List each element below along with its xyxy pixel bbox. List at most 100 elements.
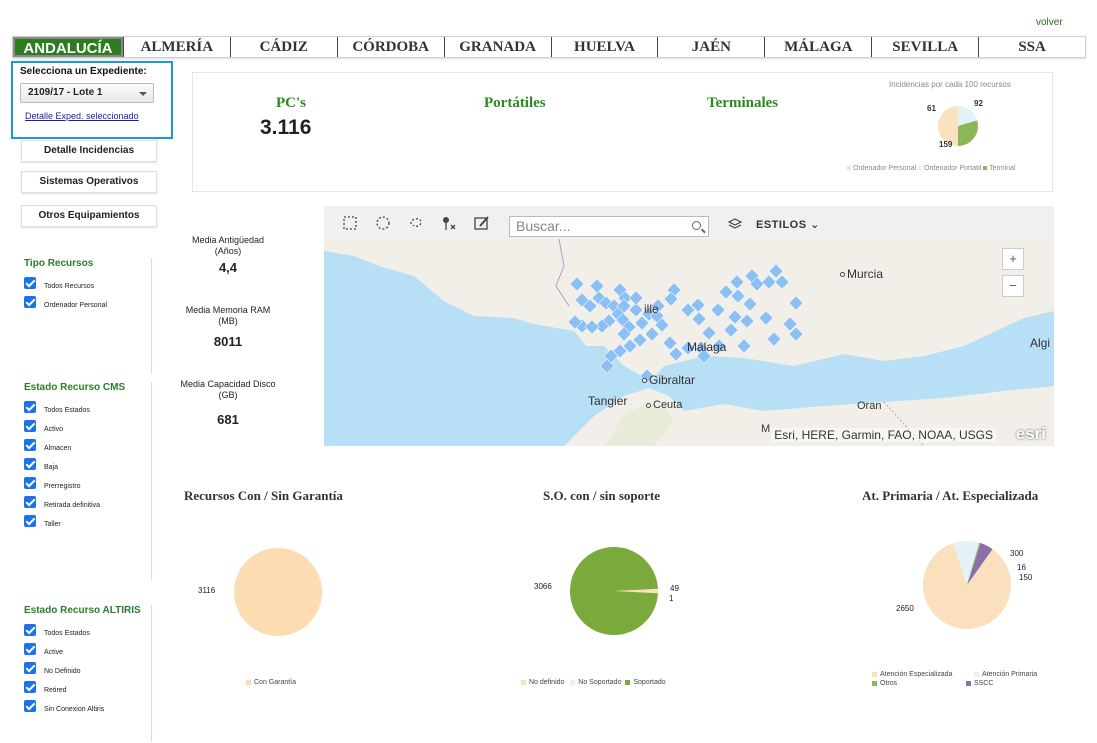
atencion-pie-chart [923, 541, 1011, 629]
rectangle-select-icon[interactable] [340, 213, 360, 233]
pie-value-label: 49 [670, 584, 679, 593]
checkbox-todos-estados-altiris[interactable]: Todos Estados [24, 623, 151, 643]
map-marker[interactable] [569, 276, 585, 292]
map-marker[interactable] [718, 284, 734, 300]
city-name: Gibraltar [649, 373, 696, 387]
tab-sevilla[interactable]: SEVILLA [871, 37, 978, 57]
tab-cadiz[interactable]: CÁDIZ [229, 37, 337, 57]
map-marker[interactable] [701, 325, 717, 341]
tab-jaen[interactable]: JAÉN [657, 37, 764, 57]
checkbox-todos-estados[interactable]: Todos Estados [24, 400, 151, 420]
pie-slice-con-garant-a [234, 548, 322, 636]
checkbox-checked-icon[interactable] [24, 276, 36, 289]
checkbox-checked-icon[interactable] [24, 495, 36, 508]
checkbox-retired[interactable]: Retired [24, 680, 151, 700]
legend-swatch [872, 671, 877, 677]
map-marker[interactable] [788, 295, 804, 311]
map-marker[interactable] [723, 322, 739, 338]
legend-entry: SSCC [965, 680, 993, 687]
map-markers-layer [567, 263, 804, 384]
checkbox-retirada-definitiva[interactable]: Retirada definitiva [24, 495, 151, 515]
map-marker[interactable] [736, 338, 752, 354]
checkbox-baja[interactable]: Baja [24, 457, 151, 477]
legend-entry: Atención Especializada [872, 670, 972, 679]
map-marker[interactable] [729, 274, 745, 290]
checkbox-taller[interactable]: Taller [24, 514, 151, 534]
map-marker[interactable] [730, 288, 746, 304]
detalle-incidencias-button[interactable]: Detalle Incidencias [21, 140, 157, 162]
zoom-out-button[interactable]: − [1002, 275, 1024, 297]
checkbox-checked-icon[interactable] [24, 514, 36, 527]
map-marker[interactable] [742, 296, 758, 312]
tipo-recursos-title: Tipo Recursos [24, 258, 94, 269]
expediente-selected-value: 2109/17 - Lote 1 [28, 87, 103, 98]
legend-label: Atención Especializada [880, 671, 953, 678]
layers-icon[interactable] [727, 217, 743, 236]
checkbox-checked-icon[interactable] [24, 295, 36, 308]
checkbox-activo[interactable]: Activo [24, 419, 151, 439]
checkbox-no-definido[interactable]: No Definido [24, 661, 151, 681]
otros-equipamientos-button[interactable]: Otros Equipamientos [21, 205, 157, 227]
map-marker[interactable] [628, 290, 644, 306]
map-marker[interactable] [766, 331, 782, 347]
checkbox-checked-icon[interactable] [24, 661, 36, 674]
checkbox-checked-icon[interactable] [24, 457, 36, 470]
checkbox-checked-icon[interactable] [24, 476, 36, 489]
checkbox-checked-icon[interactable] [24, 699, 36, 712]
tab-ssa[interactable]: SSA [978, 37, 1085, 57]
detalle-expediente-link[interactable]: Detalle Exped. seleccionado [25, 111, 164, 121]
garantia-pie-chart [234, 548, 322, 636]
map-marker[interactable] [727, 309, 743, 325]
checkbox-label: Prerregistro [44, 483, 81, 490]
legend-label: Ordenador Personal [853, 165, 917, 172]
checkbox-checked-icon[interactable] [24, 680, 36, 693]
checkbox-label: Baja [44, 464, 59, 471]
map-search-input[interactable]: Buscar... [509, 216, 709, 237]
sistemas-operativos-button[interactable]: Sistemas Operativos [21, 171, 157, 193]
map-marker[interactable] [691, 311, 707, 327]
stat-name: Media Capacidad Disco [180, 379, 276, 389]
expediente-dropdown[interactable]: 2109/17 - Lote 1 [20, 83, 154, 103]
tab-huelva[interactable]: HUELVA [550, 37, 658, 57]
map-marker[interactable] [584, 319, 600, 335]
checkbox-almacen[interactable]: Almacen [24, 438, 151, 458]
legend-swatch [973, 671, 979, 677]
map-marker[interactable] [739, 313, 755, 329]
checkbox-todos-recursos[interactable]: Todos Recursos [24, 276, 151, 296]
zoom-in-button[interactable]: + [1002, 248, 1024, 270]
tab-malaga[interactable]: MÁLAGA [764, 37, 871, 57]
volver-link[interactable]: volver [1036, 17, 1063, 28]
checkbox-prerregistro[interactable]: Prerregistro [24, 476, 151, 496]
map-marker[interactable] [644, 326, 660, 342]
checkbox-ordenador-personal[interactable]: Ordenador Personal [24, 295, 151, 315]
city-name: ille [644, 302, 659, 316]
legend-label: Otros [880, 680, 898, 687]
tab-andalucia[interactable]: ANDALUCÍA [13, 37, 123, 57]
clear-selection-icon[interactable] [439, 213, 459, 233]
tab-granada[interactable]: GRANADA [443, 37, 551, 57]
checkbox-checked-icon[interactable] [24, 438, 36, 451]
checkbox-checked-icon[interactable] [24, 419, 36, 432]
checkbox-active[interactable]: Active [24, 642, 151, 662]
map-marker[interactable] [761, 274, 777, 290]
map-marker[interactable] [758, 310, 774, 326]
legend-swatch [983, 166, 988, 171]
map-marker[interactable] [589, 278, 605, 294]
tab-almeria[interactable]: ALMERÍA [122, 37, 230, 57]
search-icon[interactable] [692, 221, 701, 230]
checkbox-checked-icon[interactable] [24, 642, 36, 655]
legend-swatch [965, 680, 971, 686]
map-view[interactable]: Murcia ille Málaga Gibraltar Tangier Ceu… [324, 206, 1054, 446]
estilos-dropdown[interactable]: ESTILOS ⌄ [756, 218, 820, 231]
checkbox-checked-icon[interactable] [24, 400, 36, 413]
atencion-legend: Atención Especializada Atención Primaria… [872, 670, 1037, 688]
map-marker[interactable] [710, 302, 726, 318]
edit-icon[interactable] [472, 213, 492, 233]
circle-select-icon[interactable] [373, 213, 393, 233]
tab-cordoba[interactable]: CÓRDOBA [336, 37, 444, 57]
checkbox-checked-icon[interactable] [24, 623, 36, 636]
map-city-label: Oran [857, 400, 881, 412]
stat-antiguedad-value: 4,4 [218, 260, 238, 275]
checkbox-sin-conexion-altiris[interactable]: Sin Conexion Altiris [24, 699, 151, 719]
lasso-select-icon[interactable] [406, 213, 426, 233]
